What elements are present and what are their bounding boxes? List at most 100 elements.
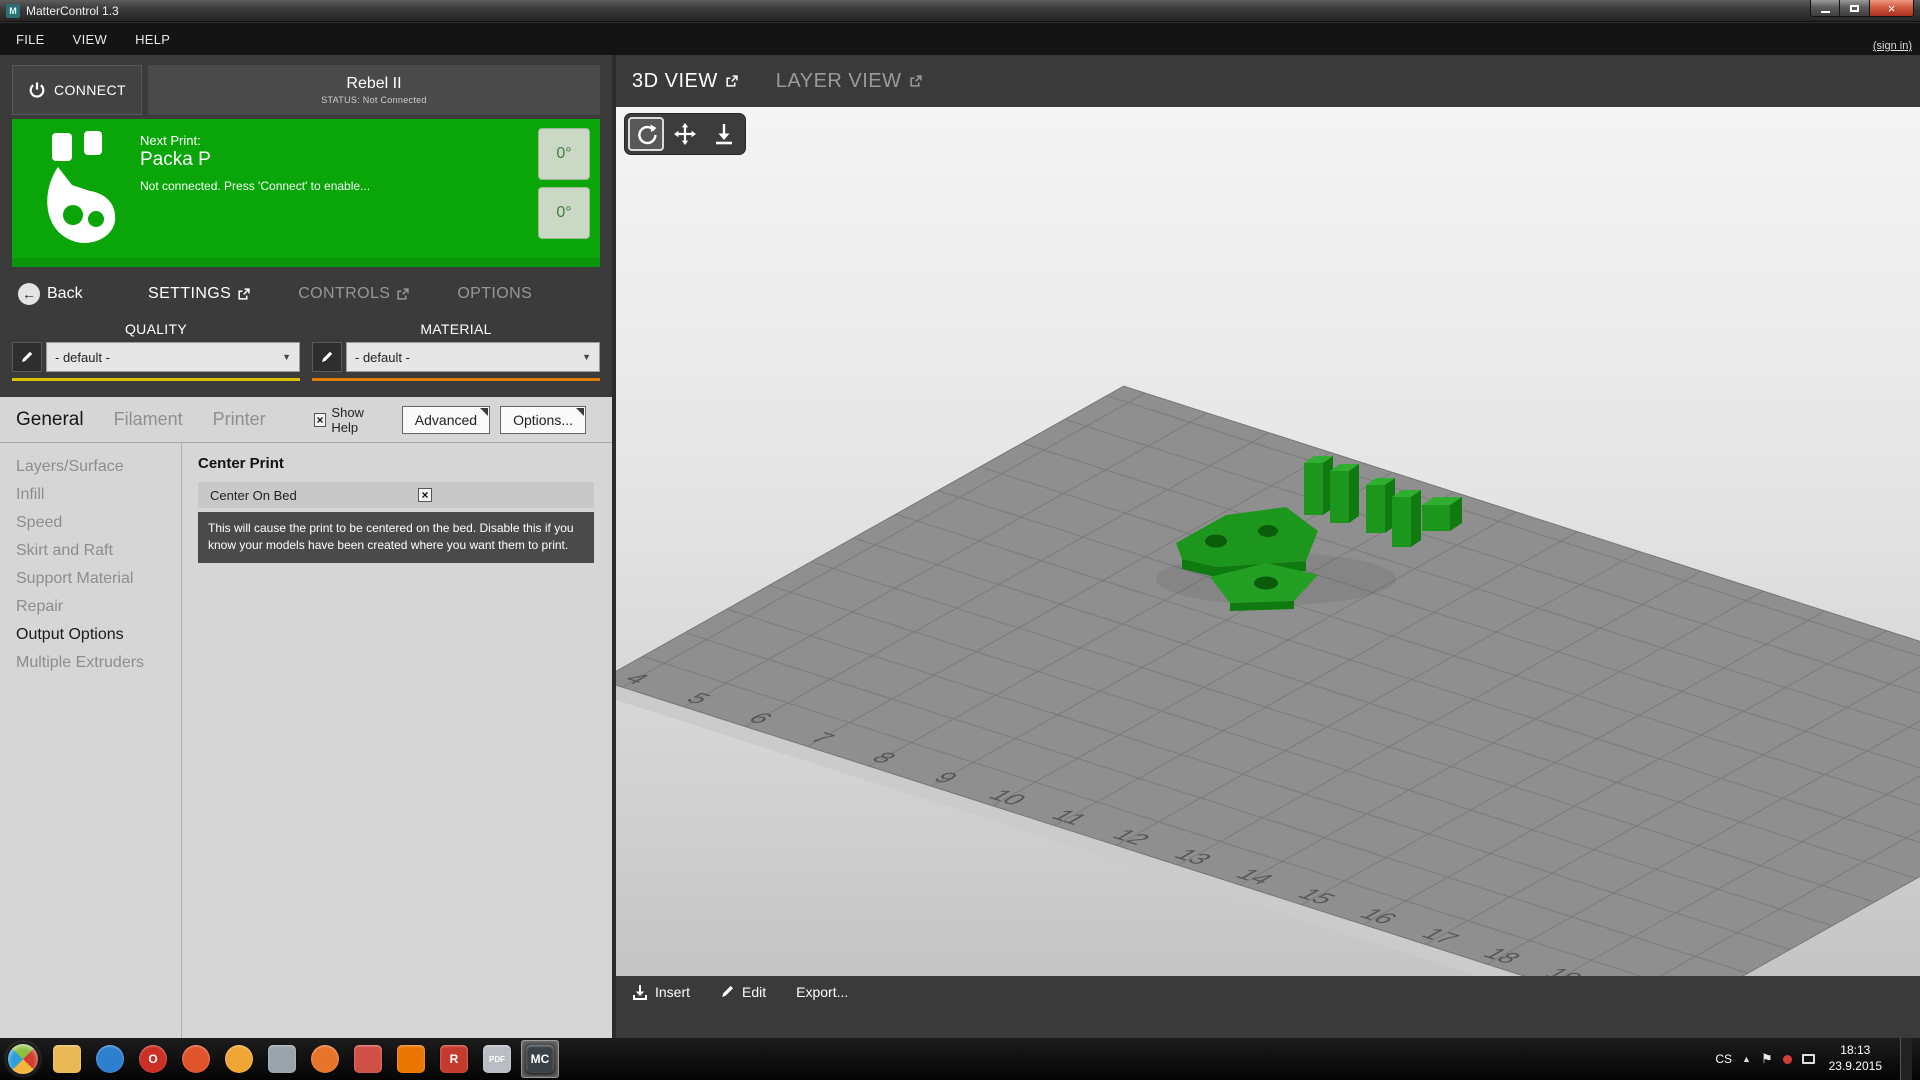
hidden-icons-button[interactable]: ▲ (1742, 1054, 1751, 1064)
sidebar-item-speed[interactable]: Speed (0, 509, 181, 537)
extruder-temp-indicator[interactable]: 0° (538, 128, 590, 180)
menu-view[interactable]: VIEW (73, 32, 107, 47)
browser-icon (182, 1045, 210, 1073)
tab-filament[interactable]: Filament (114, 409, 183, 430)
mattercontrol-icon: MC (526, 1045, 554, 1073)
connect-label: CONNECT (54, 82, 126, 98)
settings-tabs-row: General Filament Printer × Show Help Adv… (0, 397, 612, 443)
usb-device-icon (268, 1045, 296, 1073)
show-desktop-button[interactable] (1900, 1038, 1912, 1080)
back-button[interactable]: ← Back (18, 283, 148, 305)
menu-file[interactable]: FILE (16, 32, 45, 47)
sidebar-item-layers-surface[interactable]: Layers/Surface (0, 453, 181, 481)
window-title: MatterControl 1.3 (26, 4, 119, 18)
start-button[interactable] (6, 1042, 40, 1076)
material-dropdown[interactable]: - default - ▼ (346, 342, 600, 372)
taskbar-icon-firefox[interactable] (306, 1040, 344, 1078)
edit-material-button[interactable] (312, 342, 342, 372)
bed-temp-indicator[interactable]: 0° (538, 187, 590, 239)
pencil-icon (720, 984, 735, 999)
layer-view-label: LAYER VIEW (776, 70, 902, 93)
menu-help[interactable]: HELP (135, 32, 170, 47)
taskbar-icon-explorer[interactable] (48, 1040, 86, 1078)
taskbar-icon-r-app[interactable]: R (435, 1040, 473, 1078)
sidebar-item-repair[interactable]: Repair (0, 593, 181, 621)
view-panel: 3D VIEW LAYER VIEW (616, 55, 1920, 1038)
tab-layer-view[interactable]: LAYER VIEW (776, 70, 922, 93)
back-arrow-icon: ← (18, 283, 40, 305)
printer-selector[interactable]: Rebel II STATUS: Not Connected (148, 65, 600, 115)
sidebar-item-output-options[interactable]: Output Options (0, 621, 181, 649)
edit-quality-button[interactable] (12, 342, 42, 372)
insert-button[interactable]: Insert (632, 984, 690, 1000)
move-icon (674, 123, 696, 145)
show-help-checkbox[interactable]: × (314, 413, 327, 427)
minimize-button[interactable] (1810, 0, 1840, 17)
taskbar-icon-media-player[interactable] (91, 1040, 129, 1078)
sidebar-item-support-material[interactable]: Support Material (0, 565, 181, 593)
advanced-button[interactable]: Advanced (402, 406, 490, 434)
center-on-bed-checkbox[interactable]: × (418, 488, 432, 502)
options-button[interactable]: Options... (500, 406, 586, 434)
taskbar-icons: O R PDF MC (48, 1040, 559, 1078)
connect-button[interactable]: CONNECT (12, 65, 142, 115)
tab-settings[interactable]: SETTINGS (148, 285, 250, 303)
action-center-icon[interactable]: ⚑ (1761, 1051, 1773, 1067)
edit-button[interactable]: Edit (720, 984, 766, 1000)
tab-controls[interactable]: CONTROLS (298, 285, 409, 303)
language-indicator[interactable]: CS (1715, 1052, 1732, 1066)
drop-to-bed-tool-button[interactable] (706, 117, 742, 151)
print-scene[interactable]: 4567891011121314151617181920 (616, 107, 1920, 1007)
export-button[interactable]: Export... (796, 984, 848, 1000)
next-print-card: Next Print: Packa P Not connected. Press… (12, 119, 600, 267)
taskbar-icon-opera[interactable]: O (134, 1040, 172, 1078)
setting-help-text: This will cause the print to be centered… (198, 512, 594, 563)
external-link-icon (237, 288, 250, 301)
taskbar-icon-usb-device[interactable] (263, 1040, 301, 1078)
quality-dropdown[interactable]: - default - ▼ (46, 342, 300, 372)
taskbar-icon-blender[interactable] (392, 1040, 430, 1078)
3d-view-label: 3D VIEW (632, 70, 718, 93)
taskbar-icon-browser[interactable] (177, 1040, 215, 1078)
scene-action-bar: Insert Edit Export... (616, 976, 1920, 1007)
edit-label: Edit (742, 984, 766, 1000)
sidebar-item-infill[interactable]: Infill (0, 481, 181, 509)
insert-label: Insert (655, 984, 690, 1000)
center-on-bed-row: Center On Bed × (198, 482, 594, 508)
move-tool-button[interactable] (667, 117, 703, 151)
pencil-icon (20, 350, 34, 364)
next-print-label: Next Print: (140, 133, 201, 148)
viewport-3d[interactable]: 4567891011121314151617181920 (616, 107, 1920, 1007)
taskbar-icon-save-tool[interactable] (349, 1040, 387, 1078)
mattercontrol-window: M MatterControl 1.3 × FILE VIEW HELP (si… (0, 0, 1920, 1080)
insert-icon (632, 984, 648, 1000)
maximize-icon (1850, 5, 1859, 12)
center-on-bed-label: Center On Bed (210, 488, 418, 503)
r-app-icon: R (440, 1045, 468, 1073)
tab-printer[interactable]: Printer (213, 409, 266, 430)
view-tabs: 3D VIEW LAYER VIEW (616, 55, 1920, 107)
progress-strip (12, 258, 600, 267)
rotate-tool-button[interactable] (628, 117, 664, 151)
sidebar-item-skirt-and-raft[interactable]: Skirt and Raft (0, 537, 181, 565)
clock-time: 18:13 (1829, 1043, 1882, 1059)
taskbar-icon-pdf-creator[interactable]: PDF (478, 1040, 516, 1078)
material-label: MATERIAL (312, 321, 600, 337)
taskbar-icon-photo-tool[interactable] (220, 1040, 258, 1078)
pencil-icon (320, 350, 334, 364)
controls-tab-label: CONTROLS (298, 285, 390, 303)
maximize-button[interactable] (1840, 0, 1870, 17)
external-link-icon (909, 75, 922, 88)
sidebar-item-multiple-extruders[interactable]: Multiple Extruders (0, 649, 181, 677)
close-button[interactable]: × (1870, 0, 1914, 17)
network-icon[interactable] (1802, 1054, 1815, 1064)
show-help-toggle[interactable]: × Show Help (314, 405, 388, 435)
update-notification-icon[interactable] (1783, 1055, 1792, 1064)
tab-general[interactable]: General (16, 409, 84, 431)
settings-content: Center Print Center On Bed × This will c… (182, 443, 612, 1038)
taskbar-icon-mattercontrol[interactable]: MC (521, 1040, 559, 1078)
sign-in-link[interactable]: (sign in) (1873, 40, 1912, 52)
tab-options[interactable]: OPTIONS (457, 285, 532, 303)
tab-3d-view[interactable]: 3D VIEW (632, 70, 738, 93)
taskbar-clock[interactable]: 18:13 23.9.2015 (1829, 1043, 1882, 1074)
